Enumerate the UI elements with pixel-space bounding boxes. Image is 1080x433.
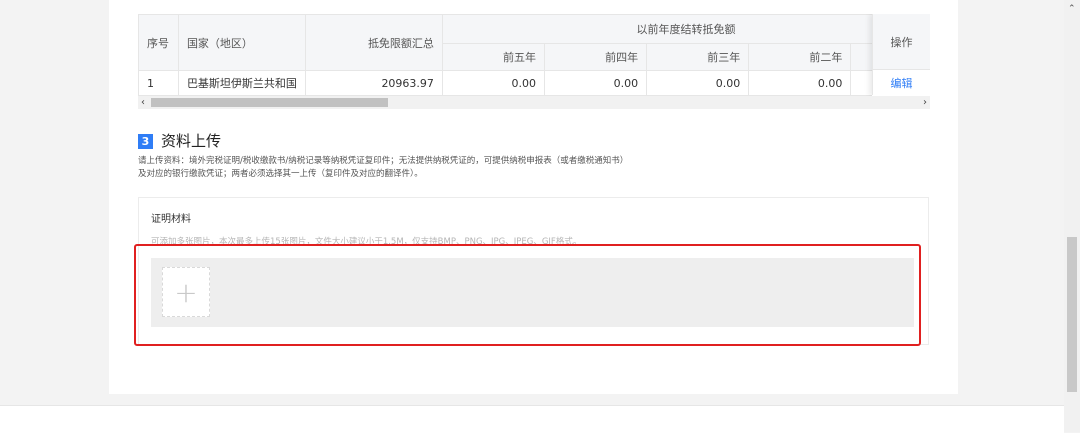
header-carryover-group: 以前年度结转抵免额 [441,14,930,44]
page-vertical-scrollbar[interactable]: ⌃ [1064,0,1080,432]
header-total: 抵免限额汇总 [304,14,443,71]
table-row: 1 巴基斯坦伊斯兰共和国 20963.97 0.00 0.00 0.00 0.0… [138,70,930,96]
page-scrollbar-thumb[interactable] [1067,237,1077,392]
fixed-ops-column: 操作 编辑 [872,14,930,96]
footer-band [0,405,1064,433]
highlight-annotation-box [134,244,921,346]
cell-year-5: 0.00 [441,70,546,96]
header-year-3: 前三年 [646,43,750,71]
section-number-badge: 3 [138,134,153,149]
scrollbar-thumb[interactable] [151,98,388,107]
section-description: 请上传资料：境外完税证明/税收缴款书/纳税记录等纳税凭证复印件；无法提供纳税凭证… [138,155,628,181]
carryover-table-container: 序号 国家（地区） 抵免限额汇总 以前年度结转抵免额 前五年 前四年 前三年 前… [138,14,930,110]
header-seq: 序号 [138,14,179,71]
cell-seq: 1 [138,70,179,96]
cell-country: 巴基斯坦伊斯兰共和国 [177,70,306,96]
cell-year-3: 0.00 [646,70,750,96]
header-year-5: 前五年 [441,43,546,71]
carryover-table: 序号 国家（地区） 抵免限额汇总 以前年度结转抵免额 前五年 前四年 前三年 前… [138,14,930,96]
header-country: 国家（地区） [177,14,306,71]
header-ops: 操作 [872,14,930,70]
header-year-4: 前四年 [544,43,648,71]
cell-total: 20963.97 [304,70,443,96]
section-description-line-1: 请上传资料：境外完税证明/税收缴款书/纳税记录等纳税凭证复印件；无法提供纳税凭证… [138,156,629,166]
header-year-2: 前二年 [748,43,852,71]
cell-year-4: 0.00 [544,70,648,96]
scroll-right-arrow-icon[interactable]: › [923,96,927,109]
scroll-up-arrow-icon[interactable]: ⌃ [1068,4,1076,14]
upload-label: 证明材料 [151,214,191,225]
table-horizontal-scrollbar[interactable]: ‹ › [138,96,930,109]
edit-link[interactable]: 编辑 [872,70,930,95]
section-title: 资料上传 [161,132,222,150]
cell-year-2: 0.00 [748,70,852,96]
scroll-left-arrow-icon[interactable]: ‹ [141,96,145,109]
section-description-line-2: 及对应的银行缴款凭证；两者必须选择其一上传（复印件及对应的翻译件）。 [138,169,423,179]
